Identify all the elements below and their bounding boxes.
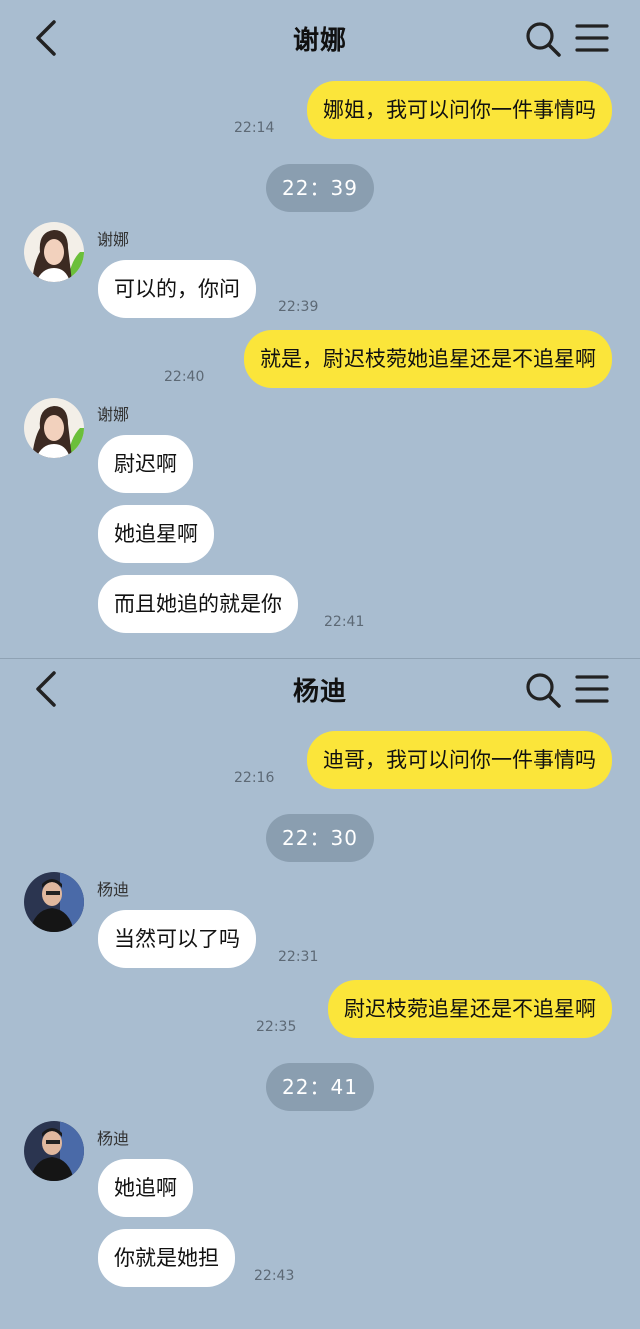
message-time: 22:14 [234, 120, 275, 136]
message-time: 22:40 [164, 369, 205, 385]
time-stamp: 22：39 [266, 164, 374, 212]
incoming-message[interactable]: 她追啊 [98, 1159, 193, 1217]
menu-icon[interactable] [574, 20, 610, 56]
incoming-message[interactable]: 当然可以了吗 [98, 910, 256, 968]
outgoing-message[interactable]: 就是，尉迟枝菀她追星还是不追星啊 [244, 330, 612, 388]
incoming-message[interactable]: 她追星啊 [98, 505, 214, 563]
avatar[interactable] [24, 398, 84, 458]
outgoing-message[interactable]: 尉迟枝菀追星还是不追星啊 [328, 980, 612, 1038]
search-icon[interactable] [524, 671, 562, 709]
time-stamp: 22：41 [266, 1063, 374, 1111]
time-stamp: 22：30 [266, 814, 374, 862]
message-time: 22:43 [254, 1268, 295, 1284]
avatar[interactable] [24, 872, 84, 932]
incoming-message[interactable]: 而且她追的就是你 [98, 575, 298, 633]
incoming-message[interactable]: 可以的，你问 [98, 260, 256, 318]
incoming-message[interactable]: 尉迟啊 [98, 435, 193, 493]
avatar[interactable] [24, 222, 84, 282]
message-time: 22:31 [278, 949, 319, 965]
incoming-message[interactable]: 你就是她担 [98, 1229, 235, 1287]
chat-header: 谢娜 [0, 0, 640, 76]
chat-header: 杨迪 [0, 659, 640, 735]
sender-name: 杨迪 [97, 1129, 130, 1148]
sender-name: 谢娜 [97, 230, 130, 249]
chat-panel-xiena: 谢娜 22:14 娜姐，我可以问你一件事情吗 22：39 谢娜 可以的，你问 2… [0, 0, 640, 658]
sender-name: 谢娜 [97, 405, 130, 424]
message-time: 22:35 [256, 1019, 297, 1035]
avatar[interactable] [24, 1121, 84, 1181]
message-time: 22:39 [278, 299, 319, 315]
chat-panel-yangdi: 杨迪 22:16 迪哥，我可以问你一件事情吗 22：30 杨迪 当然可以了吗 2… [0, 659, 640, 1329]
sender-name: 杨迪 [97, 880, 130, 899]
search-icon[interactable] [524, 20, 562, 58]
message-time: 22:41 [324, 614, 365, 630]
outgoing-message[interactable]: 娜姐，我可以问你一件事情吗 [307, 81, 612, 139]
outgoing-message[interactable]: 迪哥，我可以问你一件事情吗 [307, 731, 612, 789]
message-time: 22:16 [234, 770, 275, 786]
menu-icon[interactable] [574, 671, 610, 707]
